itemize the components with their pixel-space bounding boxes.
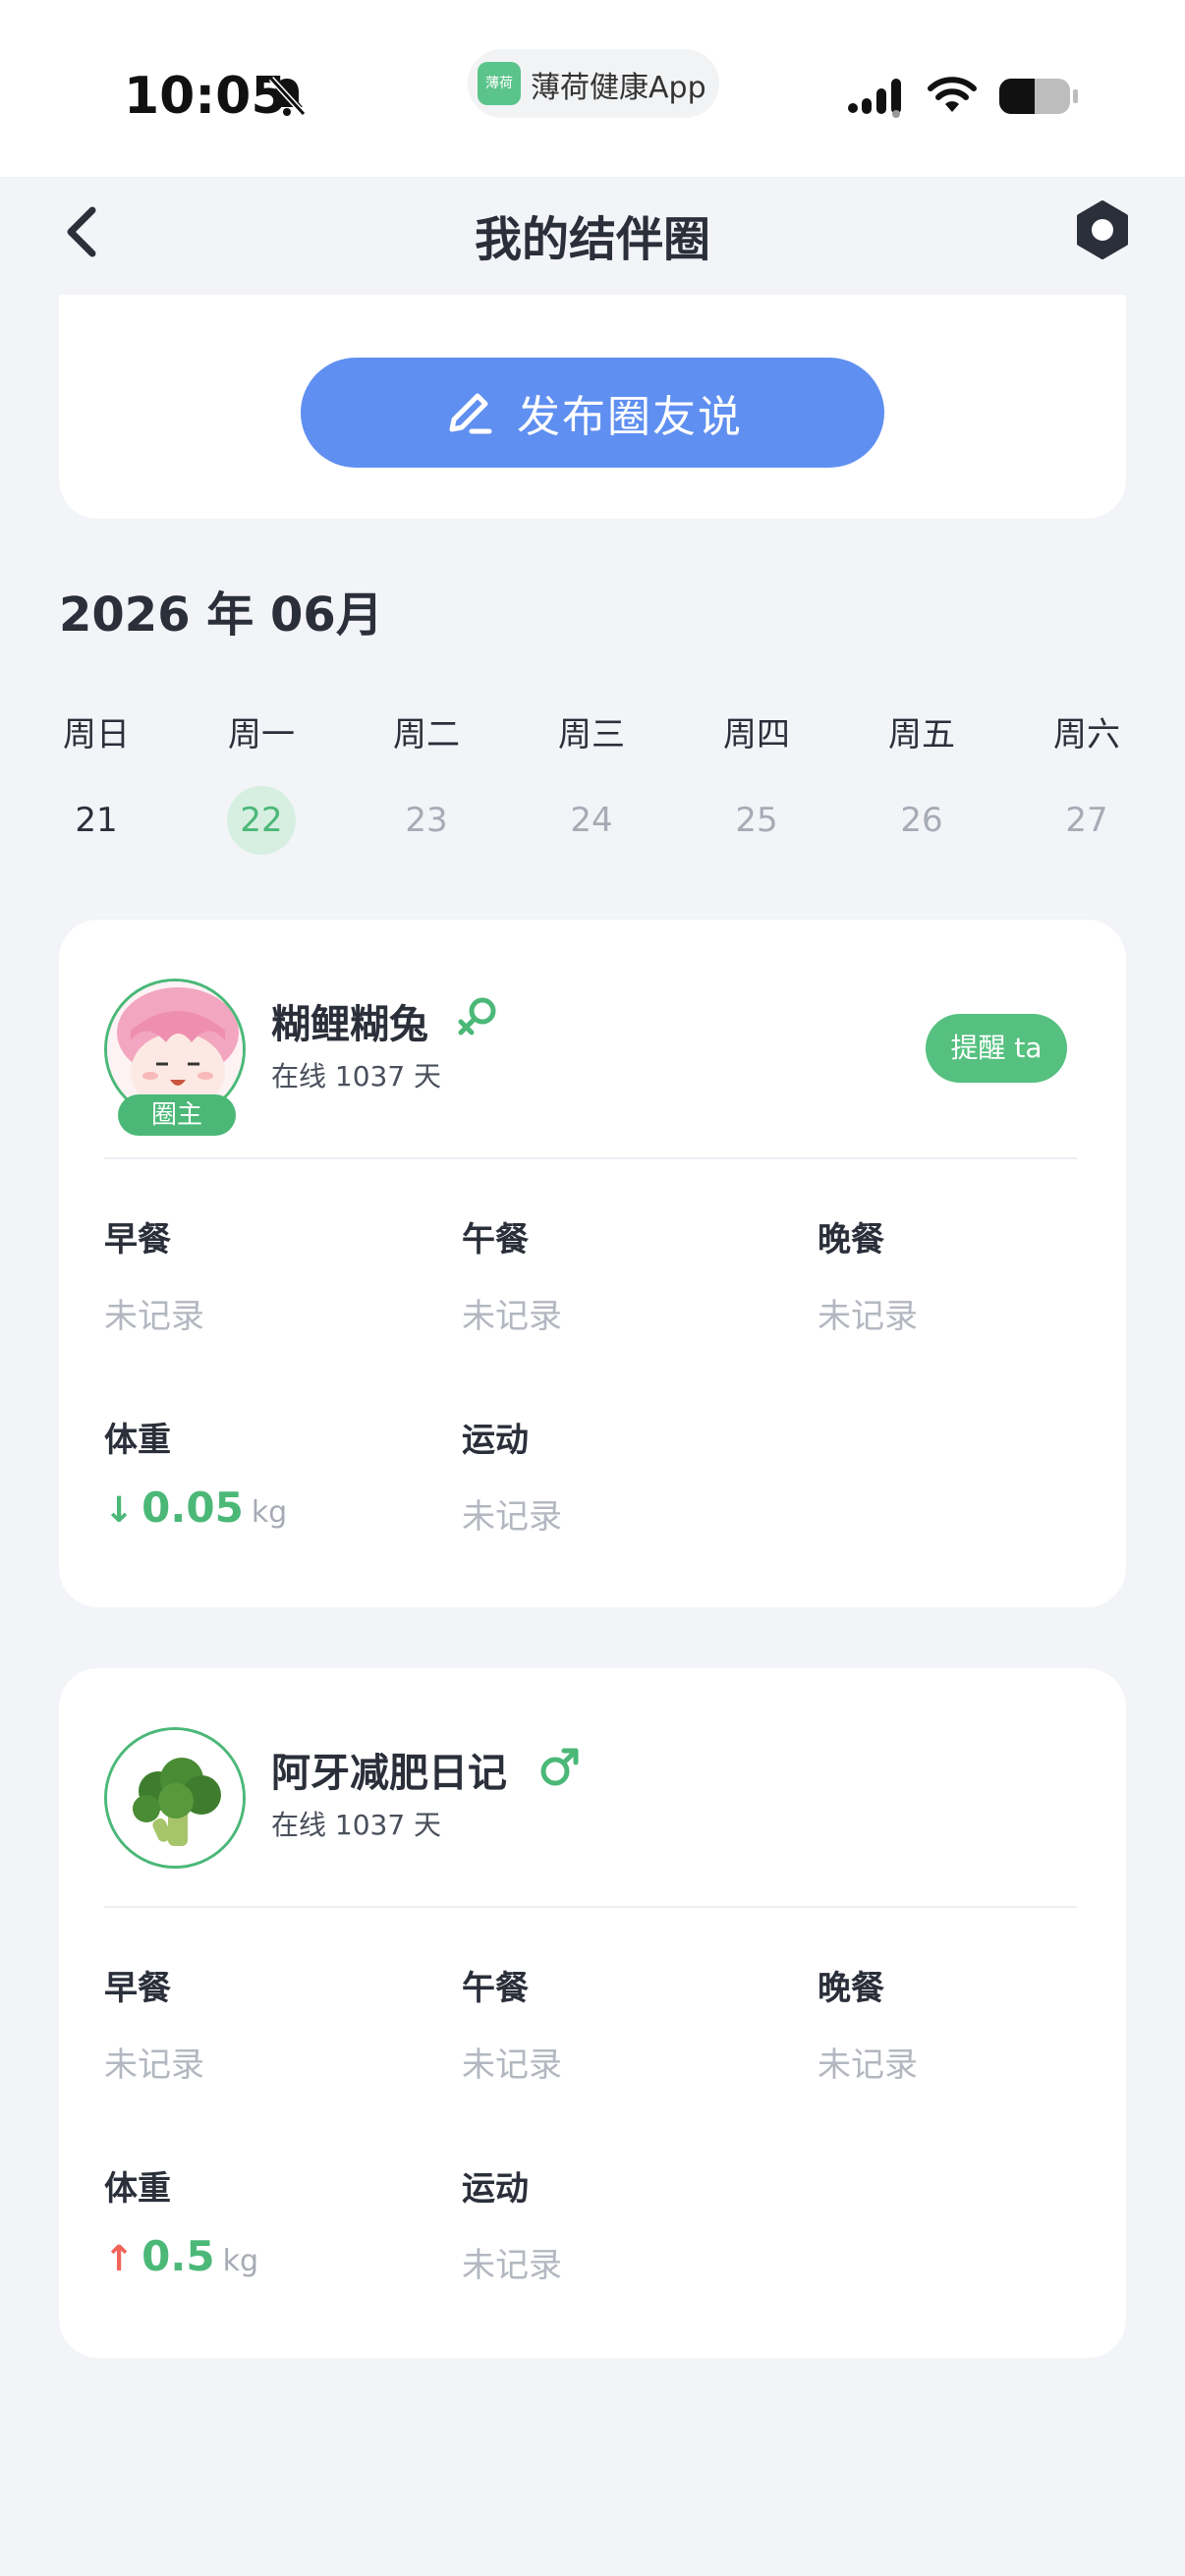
date-cell[interactable]: 23	[367, 786, 485, 855]
weight-unit: kg	[222, 2244, 258, 2278]
app-logo-icon: 薄荷	[478, 62, 521, 105]
date-cell[interactable]: 24	[533, 786, 650, 855]
owner-badge: 圈主	[118, 1094, 236, 1136]
date-row: 21 22 23 24 25 26 27	[0, 786, 1185, 845]
lunch-label: 午餐	[462, 1969, 529, 2008]
weekday-label: 周日	[63, 715, 130, 755]
bell-off-icon	[268, 76, 307, 117]
publish-post-label: 发布圈友说	[517, 392, 743, 442]
divider	[104, 1157, 1077, 1159]
online-days: 在线 1037 天	[271, 1809, 442, 1841]
weight-change: ↑ 0.5 kg	[104, 2232, 258, 2280]
member-card: 圈主 糊鲤糊兔 在线 1037 天 提醒 ta 早餐 未记录 午餐 未记录 晚餐…	[59, 920, 1126, 1607]
date-cell[interactable]: 21	[37, 786, 155, 855]
weekday-label: 周三	[558, 715, 625, 755]
female-gender-icon	[458, 997, 496, 1036]
member-card: 阿牙减肥日记 在线 1037 天 早餐 未记录 午餐 未记录 晚餐 未记录 体重…	[59, 1668, 1126, 2358]
exercise-value: 未记录	[462, 1497, 562, 1537]
weekday-label: 周五	[888, 715, 955, 755]
date-cell[interactable]: 26	[863, 786, 981, 855]
date-cell[interactable]: 25	[698, 786, 816, 855]
weight-change-value: 0.5	[141, 2232, 215, 2280]
settings-hexagon-icon[interactable]	[1071, 198, 1134, 261]
avatar[interactable]	[104, 1727, 246, 1869]
weight-label: 体重	[104, 1421, 171, 1460]
pen-icon	[449, 393, 492, 434]
battery-icon	[999, 79, 1078, 114]
publish-post-button[interactable]: 发布圈友说	[301, 358, 884, 468]
date-cell-selected[interactable]: 22	[202, 786, 320, 855]
app-name: 薄荷健康App	[531, 71, 706, 105]
dinner-label: 晚餐	[818, 1220, 884, 1260]
breakfast-label: 早餐	[104, 1220, 171, 1260]
calendar-month: 2026 年 06月	[59, 588, 383, 643]
exercise-label: 运动	[462, 1421, 529, 1460]
app-indicator-pill[interactable]: 薄荷 薄荷健康App	[468, 49, 719, 118]
breakfast-label: 早餐	[104, 1969, 171, 2008]
male-gender-icon	[540, 1748, 579, 1786]
weight-change-value: 0.05	[141, 1484, 244, 1532]
dinner-value: 未记录	[818, 1297, 918, 1336]
date-cell[interactable]: 27	[1028, 786, 1146, 855]
page-title: 我的结伴圈	[474, 212, 710, 267]
online-days: 在线 1037 天	[271, 1060, 442, 1092]
divider	[104, 1906, 1077, 1908]
weight-label: 体重	[104, 2169, 171, 2209]
arrow-up-icon: ↑	[104, 2239, 135, 2279]
dinner-value: 未记录	[818, 2045, 918, 2085]
status-bar: 10:05 薄荷 薄荷健康App	[0, 0, 1185, 177]
wifi-icon	[928, 77, 977, 112]
weekday-label: 周四	[723, 715, 790, 755]
avatar-broccoli-icon	[107, 1730, 243, 1866]
exercise-label: 运动	[462, 2169, 529, 2209]
weekday-row: 周日 周一 周二 周三 周四 周五 周六	[0, 707, 1185, 766]
weekday-label: 周六	[1053, 715, 1120, 755]
arrow-down-icon: ↓	[104, 1490, 135, 1531]
dinner-label: 晚餐	[818, 1969, 884, 2008]
lunch-label: 午餐	[462, 1220, 529, 1260]
status-time: 10:05	[124, 67, 287, 126]
lunch-value: 未记录	[462, 2045, 562, 2085]
remind-button[interactable]: 提醒 ta	[926, 1014, 1067, 1083]
member-name: 阿牙减肥日记	[271, 1751, 507, 1796]
cellular-signal-icon	[848, 79, 901, 118]
weight-unit: kg	[251, 1495, 288, 1530]
weekday-label: 周二	[393, 715, 460, 755]
lunch-value: 未记录	[462, 1297, 562, 1336]
breakfast-value: 未记录	[104, 2045, 204, 2085]
exercise-value: 未记录	[462, 2246, 562, 2285]
member-name: 糊鲤糊兔	[271, 1002, 428, 1047]
weight-change: ↓ 0.05 kg	[104, 1484, 287, 1532]
breakfast-value: 未记录	[104, 1297, 204, 1336]
weekday-label: 周一	[228, 715, 295, 755]
